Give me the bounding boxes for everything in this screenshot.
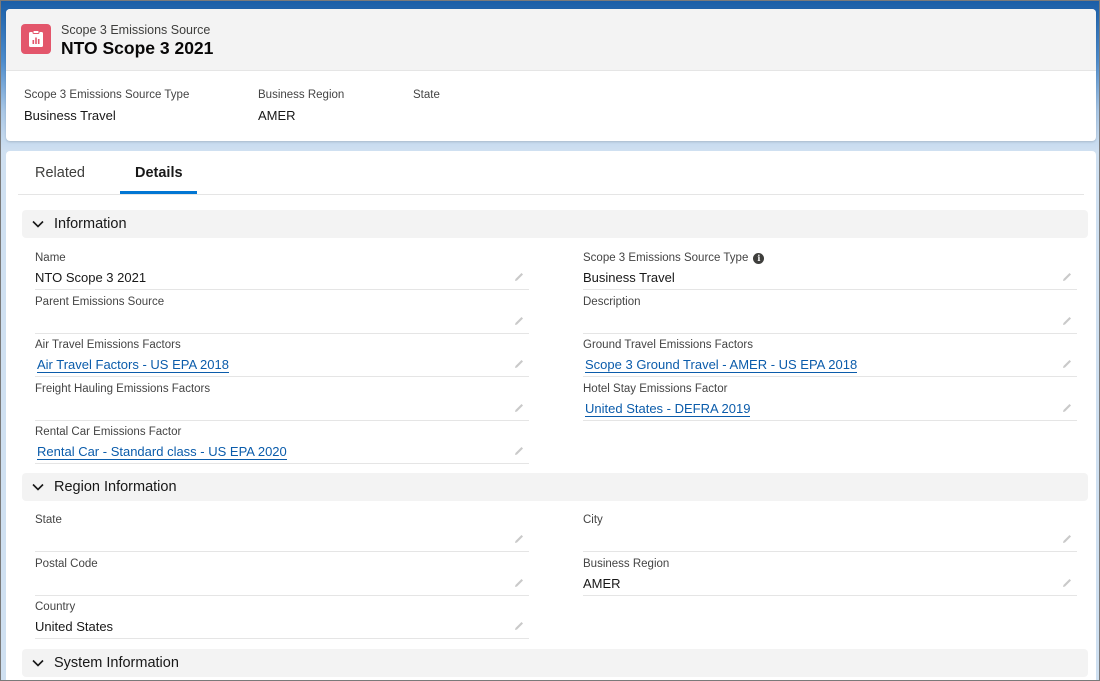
field-label-text: Scope 3 Emissions Source Type — [583, 252, 749, 264]
chevron-down-icon — [32, 483, 44, 491]
field-value: United States — [35, 619, 114, 634]
section-system-header[interactable]: System Information — [22, 649, 1088, 677]
field-postal-code: Postal Code — [35, 553, 529, 596]
field-freight-hauling-factors: Freight Hauling Emissions Factors — [35, 378, 529, 421]
pencil-icon[interactable] — [1061, 358, 1073, 370]
highlight-value: Business Travel — [24, 108, 116, 123]
highlight-label: State — [413, 89, 440, 101]
record-title: NTO Scope 3 2021 — [61, 38, 214, 58]
pencil-icon[interactable] — [1061, 315, 1073, 327]
pencil-icon[interactable] — [513, 445, 525, 457]
chevron-down-icon — [32, 220, 44, 228]
pencil-icon[interactable] — [513, 402, 525, 414]
field-ground-travel-factors: Ground Travel Emissions Factors Scope 3 … — [583, 334, 1077, 377]
detail-card: Related Details Information Name NTO Sco… — [6, 151, 1096, 680]
tab-related[interactable]: Related — [35, 165, 85, 181]
field-rental-car-factor: Rental Car Emissions Factor Rental Car -… — [35, 421, 529, 464]
field-hotel-stay-factor: Hotel Stay Emissions Factor United State… — [583, 378, 1077, 421]
pencil-icon[interactable] — [513, 358, 525, 370]
section-title: System Information — [54, 655, 179, 671]
field-label: Postal Code — [35, 558, 98, 570]
highlight-business-region: Business Region AMER — [258, 89, 344, 123]
field-label: Air Travel Emissions Factors — [35, 339, 181, 351]
app-frame: Scope 3 Emissions Source NTO Scope 3 202… — [0, 0, 1100, 681]
pencil-icon[interactable] — [1061, 271, 1073, 283]
field-label: Name — [35, 252, 66, 264]
field-label: Business Region — [583, 558, 670, 570]
field-value: AMER — [583, 576, 621, 591]
active-tab-indicator — [120, 191, 197, 194]
field-state: State — [35, 509, 529, 552]
field-business-region: Business Region AMER — [583, 553, 1077, 596]
field-label: Scope 3 Emissions Source Type i — [583, 252, 765, 264]
highlight-value: AMER — [258, 108, 296, 123]
tab-bar: Related Details — [18, 151, 1084, 195]
record-highlights: Scope 3 Emissions Source NTO Scope 3 202… — [6, 9, 1096, 141]
pencil-icon[interactable] — [513, 577, 525, 589]
chevron-down-icon — [32, 659, 44, 667]
highlight-state: State — [413, 89, 440, 108]
field-label: Hotel Stay Emissions Factor — [583, 383, 728, 395]
info-icon[interactable]: i — [753, 252, 765, 264]
rental-car-factor-link[interactable]: Rental Car - Standard class - US EPA 202… — [37, 444, 287, 460]
field-parent-emissions-source: Parent Emissions Source — [35, 291, 529, 334]
field-name: Name NTO Scope 3 2021 — [35, 247, 529, 290]
pencil-icon[interactable] — [1061, 577, 1073, 589]
field-air-travel-factors: Air Travel Emissions Factors Air Travel … — [35, 334, 529, 377]
hotel-stay-factor-link[interactable]: United States - DEFRA 2019 — [585, 401, 751, 417]
field-label: State — [35, 514, 62, 526]
field-description: Description — [583, 291, 1077, 334]
emissions-chart-icon — [21, 24, 51, 54]
highlight-source-type: Scope 3 Emissions Source Type Business T… — [24, 89, 189, 123]
field-value: NTO Scope 3 2021 — [35, 270, 147, 285]
field-country: Country United States — [35, 596, 529, 639]
field-city: City — [583, 509, 1077, 552]
field-label: Description — [583, 296, 641, 308]
air-travel-factors-link[interactable]: Air Travel Factors - US EPA 2018 — [37, 357, 229, 373]
ground-travel-factors-link[interactable]: Scope 3 Ground Travel - AMER - US EPA 20… — [585, 357, 858, 373]
section-title: Region Information — [54, 479, 177, 495]
highlight-fields: Scope 3 Emissions Source Type Business T… — [6, 71, 1096, 141]
section-information-header[interactable]: Information — [22, 210, 1088, 238]
highlight-label: Business Region — [258, 89, 345, 101]
section-region-header[interactable]: Region Information — [22, 473, 1088, 501]
pencil-icon[interactable] — [1061, 533, 1073, 545]
field-label: Freight Hauling Emissions Factors — [35, 383, 211, 395]
record-header: Scope 3 Emissions Source NTO Scope 3 202… — [6, 9, 1096, 71]
pencil-icon[interactable] — [513, 315, 525, 327]
pencil-icon[interactable] — [513, 533, 525, 545]
pencil-icon[interactable] — [513, 271, 525, 283]
field-label: City — [583, 514, 603, 526]
field-source-type: Scope 3 Emissions Source Type i Business… — [583, 247, 1077, 290]
field-label: Country — [35, 601, 76, 613]
tab-details[interactable]: Details — [135, 165, 183, 181]
field-value: Business Travel — [583, 270, 675, 285]
highlight-label: Scope 3 Emissions Source Type — [24, 89, 190, 101]
field-label: Rental Car Emissions Factor — [35, 426, 182, 438]
field-label: Parent Emissions Source — [35, 296, 165, 308]
object-type-label: Scope 3 Emissions Source — [61, 23, 211, 37]
pencil-icon[interactable] — [1061, 402, 1073, 414]
field-label: Ground Travel Emissions Factors — [583, 339, 754, 351]
section-title: Information — [54, 216, 127, 232]
pencil-icon[interactable] — [513, 620, 525, 632]
